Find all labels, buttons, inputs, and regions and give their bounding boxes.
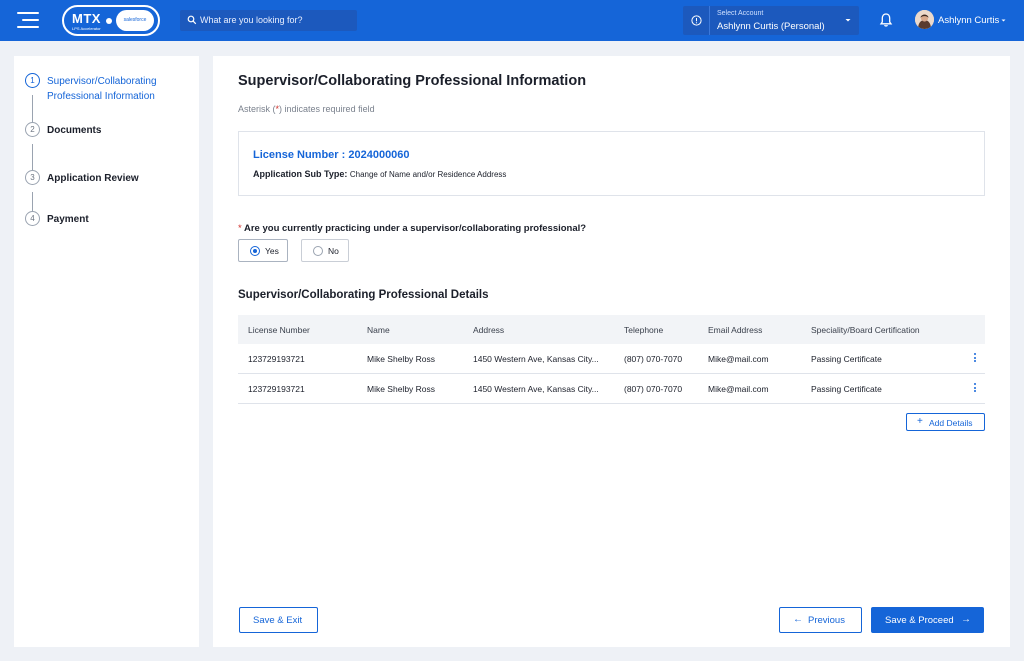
column-header: License Number bbox=[248, 325, 310, 335]
step-label[interactable]: Supervisor/Collaborating Professional In… bbox=[47, 74, 157, 104]
step-label[interactable]: Documents bbox=[47, 123, 101, 138]
arrow-right-icon: → bbox=[961, 614, 971, 625]
radio-label: Yes bbox=[265, 246, 279, 256]
step-label-line-2: Professional Information bbox=[47, 91, 155, 102]
required-note-suffix: ) indicates required field bbox=[279, 104, 375, 114]
details-section-title: Supervisor/Collaborating Professional De… bbox=[238, 289, 489, 301]
step-connector bbox=[32, 144, 33, 172]
step-number: 4 bbox=[25, 211, 40, 226]
logo-subtext: LPS Accelerator bbox=[72, 26, 101, 31]
add-details-label: Add Details bbox=[929, 418, 973, 428]
license-number: License Number : 2024000060 bbox=[253, 149, 410, 161]
cell-speciality: Passing Certificate bbox=[811, 384, 882, 394]
required-asterisk: * bbox=[238, 223, 242, 234]
arrow-left-icon: ← bbox=[793, 614, 803, 625]
column-header: Address bbox=[473, 325, 505, 335]
cell-email: Mike@mail.com bbox=[708, 354, 769, 364]
cell-telephone: (807) 070-7070 bbox=[624, 354, 683, 364]
column-header: Speciality/Board Certification bbox=[811, 325, 920, 335]
salesforce-logo: salesforce bbox=[116, 10, 154, 31]
required-note-prefix: Asterisk ( bbox=[238, 104, 276, 114]
cell-license-number: 123729193721 bbox=[248, 354, 305, 364]
previous-label: Previous bbox=[808, 615, 845, 626]
step-label-line-1: Supervisor/Collaborating bbox=[47, 76, 157, 87]
previous-button[interactable]: ← Previous bbox=[779, 607, 862, 633]
app-logo[interactable]: MTX LPS Accelerator salesforce bbox=[62, 5, 160, 36]
cell-license-number: 123729193721 bbox=[248, 384, 305, 394]
required-field-note: Asterisk (*) indicates required field bbox=[238, 104, 375, 114]
save-proceed-label: Save & Proceed bbox=[885, 615, 954, 626]
account-value: Ashlynn Curtis (Personal) bbox=[717, 21, 825, 32]
cell-telephone: (807) 070-7070 bbox=[624, 384, 683, 394]
table-header: License Number Name Address Telephone Em… bbox=[238, 315, 985, 344]
account-info-icon bbox=[691, 15, 702, 26]
cell-email: Mike@mail.com bbox=[708, 384, 769, 394]
menu-icon[interactable] bbox=[17, 12, 39, 29]
plus-icon: + bbox=[917, 416, 923, 427]
row-actions-icon[interactable] bbox=[971, 353, 979, 365]
save-exit-button[interactable]: Save & Exit bbox=[239, 607, 318, 633]
step-label[interactable]: Application Review bbox=[47, 171, 139, 186]
cell-address: 1450 Western Ave, Kansas City... bbox=[473, 354, 599, 364]
row-actions-icon[interactable] bbox=[971, 383, 979, 395]
search-bar[interactable]: What are you looking for? bbox=[180, 10, 357, 31]
cell-speciality: Passing Certificate bbox=[811, 354, 882, 364]
radio-yes[interactable]: Yes bbox=[238, 239, 288, 262]
cell-name: Mike Shelby Ross bbox=[367, 354, 436, 364]
radio-label: No bbox=[328, 246, 339, 256]
page-title: Supervisor/Collaborating Professional In… bbox=[238, 73, 587, 89]
step-connector bbox=[32, 95, 33, 124]
supervisor-question: * Are you currently practicing under a s… bbox=[238, 223, 586, 234]
cell-address: 1450 Western Ave, Kansas City... bbox=[473, 384, 599, 394]
column-header: Name bbox=[367, 325, 390, 335]
save-exit-label: Save & Exit bbox=[253, 615, 303, 626]
chevron-down-icon bbox=[845, 19, 851, 22]
add-details-button[interactable]: + Add Details bbox=[906, 413, 985, 431]
top-navigation-bar: MTX LPS Accelerator salesforce What are … bbox=[0, 0, 1024, 41]
account-label: Select Account bbox=[717, 10, 764, 17]
logo-separator bbox=[106, 18, 112, 24]
table-row: 123729193721 Mike Shelby Ross 1450 Weste… bbox=[238, 344, 985, 374]
account-icon-box bbox=[683, 6, 710, 35]
avatar-image bbox=[915, 10, 934, 29]
account-selector[interactable]: Select Account Ashlynn Curtis (Personal) bbox=[683, 6, 859, 35]
save-proceed-button[interactable]: Save & Proceed → bbox=[871, 607, 984, 633]
bell-icon[interactable] bbox=[879, 12, 893, 28]
avatar[interactable] bbox=[915, 10, 934, 29]
chevron-down-icon[interactable] bbox=[1000, 17, 1007, 24]
column-header: Telephone bbox=[624, 325, 664, 335]
step-connector bbox=[32, 192, 33, 213]
question-text: Are you currently practicing under a sup… bbox=[244, 223, 587, 234]
cell-name: Mike Shelby Ross bbox=[367, 384, 436, 394]
sub-type-label: Application Sub Type: bbox=[253, 169, 348, 179]
step-number: 2 bbox=[25, 122, 40, 137]
sub-type-value: Change of Name and/or Residence Address bbox=[349, 170, 507, 179]
license-info-card: License Number : 2024000060 Application … bbox=[238, 131, 985, 196]
search-input[interactable]: What are you looking for? bbox=[200, 15, 303, 25]
step-number: 1 bbox=[25, 73, 40, 88]
radio-no[interactable]: No bbox=[301, 239, 349, 262]
search-icon bbox=[187, 15, 197, 25]
application-sub-type: Application Sub Type: Change of Name and… bbox=[253, 169, 506, 179]
step-label[interactable]: Payment bbox=[47, 212, 89, 227]
table-row: 123729193721 Mike Shelby Ross 1450 Weste… bbox=[238, 374, 985, 404]
progress-stepper: 1 Supervisor/Collaborating Professional … bbox=[14, 56, 199, 647]
column-header: Email Address bbox=[708, 325, 763, 335]
logo-text: MTX bbox=[72, 11, 101, 26]
user-name[interactable]: Ashlynn Curtis bbox=[938, 15, 999, 26]
radio-unchecked-icon bbox=[313, 246, 323, 256]
step-number: 3 bbox=[25, 170, 40, 185]
main-panel: Supervisor/Collaborating Professional In… bbox=[213, 56, 1010, 647]
radio-checked-icon bbox=[250, 246, 260, 256]
